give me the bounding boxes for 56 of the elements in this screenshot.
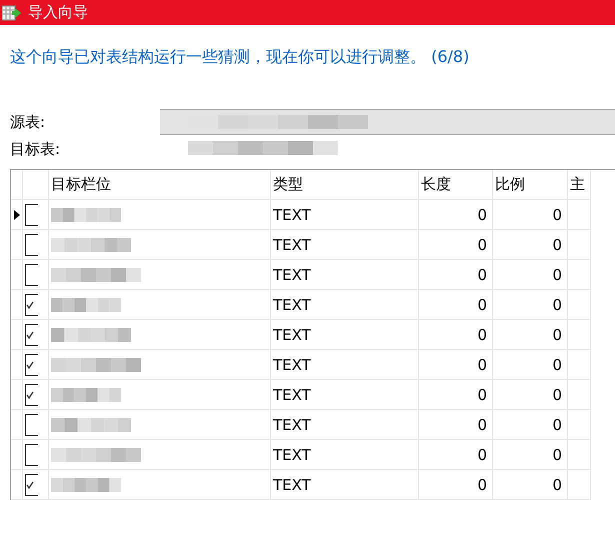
column-header[interactable]: 长度 (419, 170, 493, 199)
row-checkbox[interactable] (25, 384, 38, 406)
table-cell: 0 (493, 470, 568, 499)
checkmark-icon (26, 330, 34, 338)
column-header[interactable]: 比例 (493, 170, 568, 199)
table-cell: TEXT (271, 440, 419, 469)
table-import-icon (2, 4, 22, 20)
row-checkbox[interactable] (25, 234, 38, 256)
table-cell: TEXT (271, 200, 419, 229)
table-cell: 0 (419, 200, 493, 229)
table-cell: TEXT (271, 350, 419, 379)
window-title: 导入向导 (28, 3, 88, 22)
table-cell: TEXT (271, 260, 419, 289)
column-header[interactable]: 目标栏位 (49, 170, 271, 199)
column-header[interactable]: 类型 (271, 170, 419, 199)
table-cell: 0 (419, 470, 493, 499)
row-checkbox[interactable] (25, 414, 38, 436)
checkmark-icon (26, 390, 34, 398)
table-cell: 0 (493, 260, 568, 289)
table-cell: 0 (493, 200, 568, 229)
checkmark-icon (26, 360, 34, 368)
table-cell: 0 (419, 380, 493, 409)
source-table-label: 源表: (9, 112, 46, 132)
table-cell: TEXT (271, 410, 419, 439)
table-cell: TEXT (271, 290, 419, 319)
column-header[interactable]: 主 (568, 170, 591, 199)
table-cell: 0 (493, 380, 568, 409)
table-cell: TEXT (271, 470, 419, 499)
table-cell: 0 (493, 440, 568, 469)
table-cell: 0 (419, 350, 493, 379)
table-cell: 0 (493, 290, 568, 319)
table-cell: TEXT (271, 320, 419, 349)
row-checkbox[interactable] (25, 324, 38, 346)
checkmark-icon (26, 300, 34, 308)
checkmark-icon (26, 480, 34, 488)
row-checkbox[interactable] (25, 294, 38, 316)
step-heading: 这个向导已对表结构运行一些猜测，现在你可以进行调整。 (6/8) (10, 47, 470, 68)
table-cell: 0 (419, 290, 493, 319)
row-checkbox[interactable] (25, 354, 38, 376)
table-cell: TEXT (271, 230, 419, 259)
table-cell: 0 (493, 230, 568, 259)
table-cell: 0 (419, 320, 493, 349)
source-table-field[interactable] (160, 109, 615, 135)
table-cell: 0 (419, 440, 493, 469)
table-cell: 0 (493, 410, 568, 439)
table-cell: 0 (419, 230, 493, 259)
row-checkbox[interactable] (25, 474, 38, 496)
row-checkbox[interactable] (25, 444, 38, 466)
table-cell: 0 (419, 260, 493, 289)
table-cell: 0 (493, 350, 568, 379)
row-checkbox[interactable] (25, 204, 38, 226)
table-cell: 0 (493, 320, 568, 349)
target-table-label: 目标表: (9, 140, 62, 159)
table-cell: TEXT (271, 380, 419, 409)
row-checkbox[interactable] (25, 264, 38, 286)
table-cell: 0 (419, 410, 493, 439)
